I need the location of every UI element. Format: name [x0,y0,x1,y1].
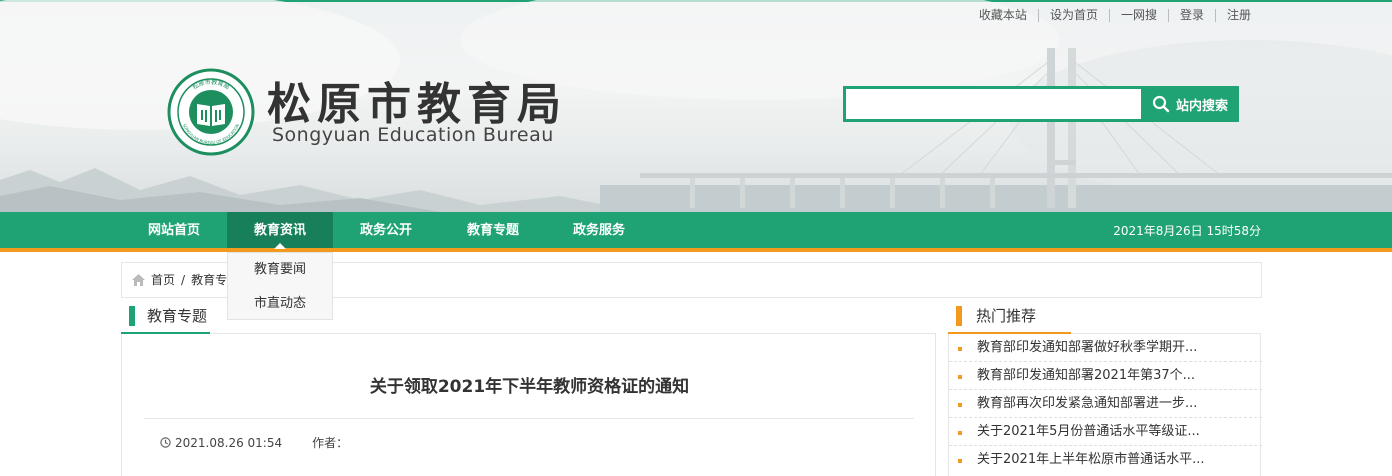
hot-list-item[interactable]: 关于2021年5月份普通话水平等级证... [949,418,1262,446]
site-search: 站内搜索 [843,86,1239,122]
breadcrumb-home-link[interactable]: 首页 [151,263,175,297]
article-meta: 2021.08.26 01:54 作者： [160,434,348,451]
site-title: 松原市教育局 [267,79,567,130]
dropdown-item-city-news[interactable]: 市直动态 [228,287,332,321]
hot-list-item[interactable]: 教育部印发通知部署做好秋季学期开... [949,334,1262,362]
set-homepage-link[interactable]: 设为首页 [1037,9,1109,22]
section-title: 教育专题 [147,307,208,325]
current-datetime: 2021年8月26日 15时58分 [1113,224,1261,238]
emblem-logo: 松原市教育局 SONGYUAN BUREAU OF EDUCATION [167,68,255,156]
nav-item-education-news[interactable]: 教育资讯 [227,212,333,249]
search-button[interactable]: 站内搜索 [1141,86,1239,122]
article-panel: 关于领取2021年下半年教师资格证的通知 2021.08.26 01:54 作者… [121,334,936,476]
hot-recommend-header: 热门推荐 [948,302,1261,334]
bookmark-link[interactable]: 收藏本站 [968,9,1038,22]
nav-item-government-affairs[interactable]: 政务公开 [333,212,439,248]
clock-icon [160,437,171,448]
breadcrumb-separator: / [181,273,186,287]
one-search-link[interactable]: 一网搜 [1108,9,1168,22]
nav-item-education-topics[interactable]: 教育专题 [440,212,546,248]
top-links: 收藏本站 设为首页 一网搜 登录 注册 [968,9,1262,22]
section-marker [129,306,135,326]
dropdown-item-education-headlines[interactable]: 教育要闻 [228,253,332,287]
register-link[interactable]: 注册 [1214,9,1262,22]
site-subtitle: Songyuan Education Bureau [272,124,554,146]
nav-item-home[interactable]: 网站首页 [121,212,227,248]
article-divider [144,418,914,419]
hot-recommend-list: 教育部印发通知部署做好秋季学期开... 教育部印发通知部署2021年第37个..… [948,334,1262,476]
hot-list-item[interactable]: 教育部印发通知部署2021年第37个... [949,362,1262,390]
article-date: 2021.08.26 01:54 [175,435,283,450]
search-input[interactable] [843,86,1141,122]
search-button-label: 站内搜索 [1175,98,1228,114]
nav-dropdown-menu: 教育要闻 市直动态 [227,252,333,320]
nav-item-government-services[interactable]: 政务服务 [546,212,652,248]
hot-list-item[interactable]: 关于2021年上半年松原市普通话水平... [949,446,1262,474]
article-title: 关于领取2021年下半年教师资格证的通知 [369,377,690,397]
article-author-label: 作者： [312,436,349,450]
header-banner: 收藏本站 设为首页 一网搜 登录 注册 松原市教育局 SONGYUAN BURE… [0,0,1392,212]
main-nav: 网站首页 教育资讯 政务公开 教育专题 政务服务 2021年8月26日 15时5… [0,212,1392,252]
hot-section-marker [956,306,962,326]
hot-section-title: 热门推荐 [976,307,1037,325]
hot-list-item[interactable]: 教育部再次印发紧急通知部署进一步... [949,390,1262,418]
home-icon [132,274,145,286]
login-link[interactable]: 登录 [1167,9,1215,22]
search-icon [1152,95,1170,113]
